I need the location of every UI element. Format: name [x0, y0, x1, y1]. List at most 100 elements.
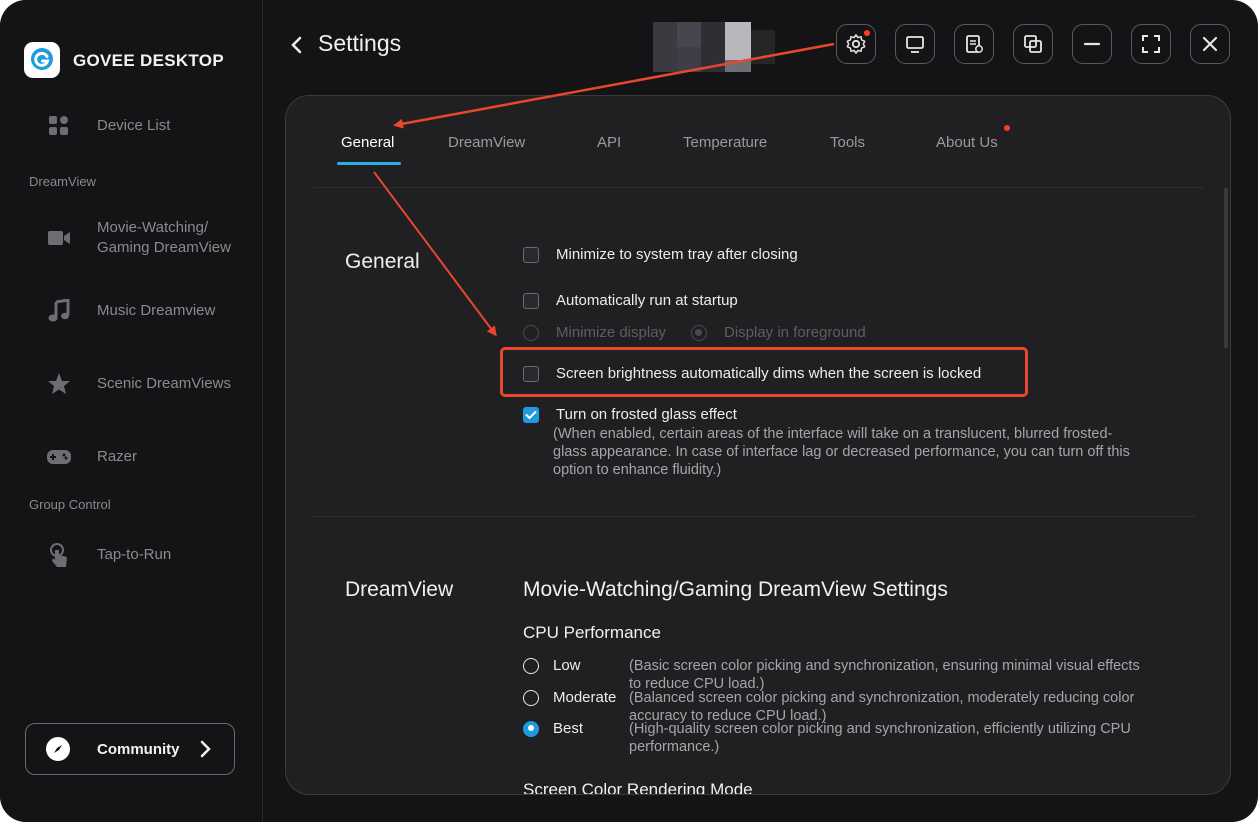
- description-line: (Basic screen color picking and synchron…: [629, 658, 1140, 674]
- radio[interactable]: [523, 324, 539, 341]
- active-tab-indicator: [337, 162, 401, 165]
- option-label: Automatically run at startup: [556, 292, 738, 309]
- screenshot-button[interactable]: [1013, 24, 1053, 64]
- auto-run-option[interactable]: Automatically run at startup: [523, 292, 738, 309]
- option-description: (High-quality screen color picking and s…: [629, 720, 1189, 756]
- tab-tools[interactable]: Tools: [830, 134, 865, 151]
- sidebar-item-label: Movie-Watching/ Gaming DreamView: [97, 219, 231, 256]
- divider: [314, 516, 1196, 517]
- page-title: Settings: [318, 30, 402, 56]
- notes-button[interactable]: [954, 24, 994, 64]
- minimize-icon: [1083, 42, 1101, 46]
- fullscreen-button[interactable]: [1131, 24, 1171, 64]
- tap-icon: [46, 542, 72, 568]
- option-label: Best: [553, 720, 584, 737]
- sidebar-item-label: Music Dreamview: [97, 302, 216, 319]
- monitor-button[interactable]: [895, 24, 935, 64]
- option-label: Low: [553, 657, 581, 674]
- sidebar-item-label: Razer: [97, 448, 138, 465]
- description-line: (When enabled, certain areas of the inte…: [553, 426, 1113, 442]
- checkbox[interactable]: [523, 246, 539, 263]
- govee-logo: [24, 42, 60, 78]
- monitor-icon: [906, 36, 924, 53]
- cpu-best-option[interactable]: Best: [523, 720, 629, 737]
- chevron-right-icon: [200, 740, 211, 758]
- description-line: option to enhance fluidity.): [553, 462, 722, 478]
- radio[interactable]: [691, 324, 707, 341]
- close-button[interactable]: [1190, 24, 1230, 64]
- sidebar-item-movie-gaming[interactable]: Movie-Watching/ Gaming DreamView: [46, 218, 231, 258]
- section-title-dreamview: DreamView: [345, 578, 454, 601]
- screenshot-icon: [1024, 35, 1042, 53]
- group-label-group-control: Group Control: [29, 497, 111, 512]
- music-note-icon: [46, 298, 72, 324]
- sidebar: GOVEE DESKTOP Device List DreamView Movi…: [0, 0, 263, 822]
- brightness-dim-option[interactable]: Screen brightness automatically dims whe…: [523, 365, 981, 382]
- option-description: (When enabled, certain areas of the inte…: [553, 425, 1130, 479]
- scrollbar[interactable]: [1224, 188, 1228, 348]
- minimize-button[interactable]: [1072, 24, 1112, 64]
- description-line: glass appearance. In case of interface l…: [553, 444, 1130, 460]
- notification-dot: [864, 30, 870, 36]
- tab-bar: General DreamView API Temperature Tools …: [286, 96, 1230, 186]
- fullscreen-icon: [1142, 35, 1160, 53]
- description-line: performance.): [629, 739, 720, 755]
- option-label: Minimize to system tray after closing: [556, 246, 798, 263]
- cpu-moderate-option[interactable]: Moderate: [523, 689, 629, 706]
- sidebar-item-device-list[interactable]: Device List: [46, 113, 170, 139]
- settings-icon: [846, 34, 866, 54]
- radio[interactable]: [523, 689, 539, 706]
- rendering-mode-title: Screen Color Rendering Mode: [523, 780, 753, 795]
- notes-icon: [966, 35, 983, 53]
- tab-about-us[interactable]: About Us: [936, 134, 998, 151]
- settings-button[interactable]: [836, 24, 876, 64]
- back-arrow-icon[interactable]: [288, 34, 306, 56]
- sidebar-item-scenic[interactable]: Scenic DreamViews: [46, 371, 231, 397]
- checkbox[interactable]: [523, 406, 539, 423]
- community-button[interactable]: Community: [25, 723, 235, 775]
- tab-temperature[interactable]: Temperature: [683, 134, 767, 151]
- divider: [314, 187, 1204, 188]
- close-icon: [1202, 36, 1218, 52]
- gamepad-icon: [46, 444, 72, 470]
- dreamview-settings-title: Movie-Watching/Gaming DreamView Settings: [523, 578, 948, 601]
- cpu-low-option[interactable]: Low: [523, 657, 629, 674]
- option-label: Screen brightness automatically dims whe…: [556, 365, 982, 382]
- sidebar-item-label: Device List: [97, 117, 171, 134]
- display-foreground-option[interactable]: Display in foreground: [691, 324, 866, 341]
- sidebar-item-razer[interactable]: Razer: [46, 444, 137, 470]
- checkbox[interactable]: [523, 365, 539, 382]
- minimize-tray-option[interactable]: Minimize to system tray after closing: [523, 246, 798, 263]
- sidebar-item-label: Tap-to-Run: [97, 546, 172, 563]
- tab-api[interactable]: API: [597, 134, 621, 151]
- sidebar-item-tap-to-run[interactable]: Tap-to-Run: [46, 542, 171, 568]
- check-icon: [525, 410, 537, 419]
- radio[interactable]: [523, 657, 539, 674]
- app-name: GOVEE DESKTOP: [73, 51, 224, 70]
- minimize-display-option[interactable]: Minimize display: [523, 324, 666, 341]
- description-line: (High-quality screen color picking and s…: [629, 721, 1131, 737]
- radio[interactable]: [523, 720, 539, 737]
- community-label: Community: [97, 740, 180, 758]
- star-icon: [46, 371, 72, 397]
- option-label: Display in foreground: [724, 324, 866, 341]
- group-label-dreamview: DreamView: [29, 174, 96, 189]
- option-description: (Basic screen color picking and synchron…: [629, 657, 1189, 693]
- app-window: GOVEE DESKTOP Device List DreamView Movi…: [0, 0, 1258, 822]
- option-label: Moderate: [553, 689, 617, 706]
- tab-general[interactable]: General: [341, 134, 394, 151]
- frosted-glass-option[interactable]: Turn on frosted glass effect: [523, 406, 737, 423]
- cpu-performance-title: CPU Performance: [523, 623, 661, 642]
- option-label: Minimize display: [556, 324, 667, 341]
- checkbox[interactable]: [523, 292, 539, 309]
- compass-icon: [46, 737, 70, 761]
- tab-dreamview[interactable]: DreamView: [448, 134, 525, 151]
- option-label: Turn on frosted glass effect: [556, 406, 737, 423]
- settings-panel: General DreamView API Temperature Tools …: [285, 95, 1231, 795]
- section-title-general: General: [345, 250, 420, 273]
- grid-icon: [46, 113, 72, 139]
- notification-dot: [1004, 125, 1010, 131]
- sidebar-item-music[interactable]: Music Dreamview: [46, 298, 215, 324]
- sidebar-item-label: Scenic DreamViews: [97, 375, 231, 392]
- video-camera-icon: [46, 225, 72, 251]
